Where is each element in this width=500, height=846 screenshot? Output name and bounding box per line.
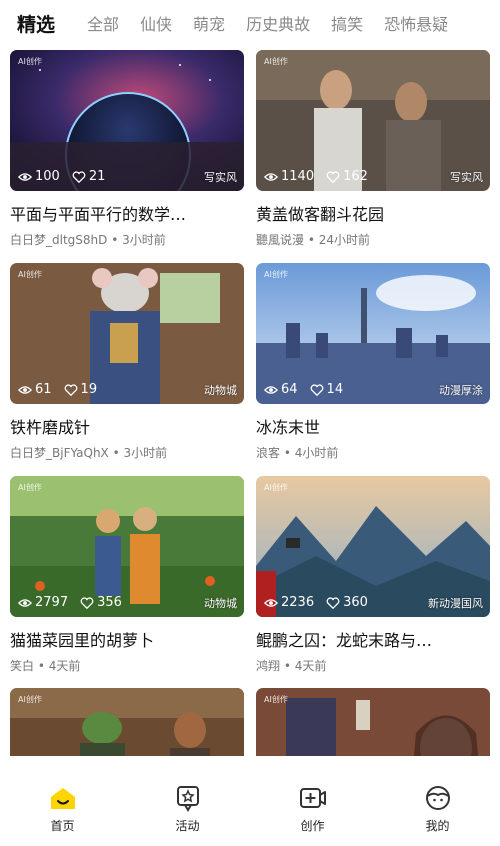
tab-featured[interactable]: 精选 — [17, 10, 55, 37]
heart-icon — [326, 596, 340, 609]
story-meta: 白日梦_BjFYaQhX • 3小时前 — [10, 446, 168, 460]
nav-home[interactable]: 首页 — [0, 756, 125, 846]
eye-icon — [264, 385, 278, 394]
story-card[interactable]: AI创作 2797 356 动物城 猫猫菜园里的胡萝卜 笑白 • 4天前 — [10, 476, 244, 674]
like-count: 19 — [80, 382, 98, 397]
post-time: 3小时前 — [122, 233, 166, 247]
story-thumbnail[interactable]: AI创作 2797 356 动物城 — [10, 476, 244, 617]
like-count: 356 — [97, 595, 122, 610]
tab-horror[interactable]: 恐怖悬疑 — [384, 11, 448, 35]
style-tag: 动漫厚涂 — [439, 384, 483, 397]
category-tabs: 精选 全部 仙侠 萌宠 历史典故 搞笑 恐怖悬疑 — [0, 0, 500, 46]
story-meta: 浪客 • 4小时前 — [256, 446, 339, 460]
story-card[interactable]: AI创作 100 21 写实风 平面与平面平行的数学… 白日梦_dltgS8hD… — [10, 50, 244, 248]
eye-icon — [264, 172, 278, 181]
heart-icon — [80, 596, 94, 609]
view-count: 100 — [35, 169, 60, 184]
nav-activity[interactable]: 活动 — [125, 756, 250, 846]
heart-icon — [310, 383, 323, 396]
author-name[interactable]: 鸿翔 — [256, 659, 280, 673]
tab-all[interactable]: 全部 — [87, 11, 119, 35]
story-thumbnail[interactable]: AI创作 61 19 动物城 — [10, 263, 244, 404]
post-time: 4天前 — [48, 659, 81, 673]
story-title[interactable]: 平面与平面平行的数学… — [10, 201, 232, 225]
story-card[interactable]: AI创作 61 19 动物城 铁杵磨成针 白日梦_BjFYaQhX • 3小时前 — [10, 263, 244, 461]
story-thumbnail[interactable]: AI创作 100 21 写实风 — [10, 50, 244, 191]
watermark: AI创作 — [18, 695, 42, 704]
eye-icon — [18, 172, 32, 181]
story-title[interactable]: 鲲鹏之囚：龙蛇末路与… — [256, 627, 478, 651]
watermark: AI创作 — [264, 270, 288, 279]
profile-face-icon — [425, 786, 450, 810]
author-name[interactable]: 笑白 — [10, 659, 34, 673]
story-thumbnail[interactable]: AI创作 64 14 动漫厚涂 — [256, 263, 490, 404]
story-title[interactable]: 黄盖做客翻斗花园 — [256, 201, 478, 225]
story-thumbnail[interactable]: AI创作 1140 162 写实风 — [256, 50, 490, 191]
view-count: 61 — [35, 382, 52, 397]
nav-label: 首页 — [50, 819, 75, 833]
tab-history[interactable]: 历史典故 — [246, 11, 310, 35]
story-title[interactable]: 铁杵磨成针 — [10, 414, 232, 438]
nav-create[interactable]: 创作 — [250, 756, 375, 846]
create-video-icon — [299, 788, 326, 808]
like-count: 21 — [88, 169, 106, 184]
nav-label: 创作 — [300, 819, 325, 833]
author-name[interactable]: 聽風说漫 — [256, 233, 304, 247]
style-tag: 动物城 — [204, 597, 237, 610]
story-title[interactable]: 猫猫菜园里的胡萝卜 — [10, 627, 232, 651]
like-count: 360 — [343, 595, 368, 610]
tab-pets[interactable]: 萌宠 — [193, 11, 225, 35]
heart-icon — [72, 170, 86, 183]
story-meta: 鸿翔 • 4天前 — [256, 659, 327, 673]
view-count: 2236 — [281, 595, 315, 610]
tab-funny[interactable]: 搞笑 — [331, 11, 363, 35]
watermark: AI创作 — [264, 483, 288, 492]
eye-icon — [18, 598, 32, 607]
story-title[interactable]: 冰冻末世 — [256, 414, 478, 438]
post-time: 24小时前 — [318, 233, 371, 247]
style-tag: 新动漫国风 — [428, 597, 483, 610]
post-time: 4小时前 — [294, 446, 339, 460]
watermark: AI创作 — [18, 57, 42, 66]
watermark: AI创作 — [264, 695, 288, 704]
style-tag: 写实风 — [450, 171, 483, 184]
view-count: 64 — [281, 382, 298, 397]
story-meta: 聽風说漫 • 24小时前 — [256, 233, 371, 247]
author-name[interactable]: 白日梦_BjFYaQhX — [10, 446, 109, 460]
nav-label: 活动 — [175, 819, 200, 833]
watermark: AI创作 — [264, 57, 288, 66]
eye-icon — [264, 598, 278, 607]
heart-icon — [326, 170, 340, 183]
story-meta: 白日梦_dltgS8hD • 3小时前 — [10, 233, 166, 247]
view-count: 2797 — [35, 595, 69, 610]
watermark: AI创作 — [18, 483, 42, 492]
post-time: 3小时前 — [123, 446, 168, 460]
activity-star-icon — [176, 786, 199, 812]
watermark: AI创作 — [18, 270, 42, 279]
story-card[interactable]: AI创作 64 14 动漫厚涂 冰冻末世 浪客 • 4小时前 — [256, 263, 490, 461]
story-card[interactable]: AI创作 2236 360 新动漫国风 鲲鹏之囚：龙蛇末路与… 鸿翔 • 4天前 — [256, 476, 490, 674]
like-count: 14 — [326, 382, 344, 397]
author-name[interactable]: 浪客 — [256, 446, 280, 460]
story-thumbnail[interactable]: AI创作 2236 360 新动漫国风 — [256, 476, 490, 617]
author-name[interactable]: 白日梦_dltgS8hD — [10, 233, 107, 247]
view-count: 1140 — [281, 169, 315, 184]
tab-xianxia[interactable]: 仙侠 — [140, 11, 172, 35]
home-icon — [50, 788, 75, 809]
bottom-nav: 首页 活动 创作 我的 — [0, 756, 500, 846]
story-card[interactable]: AI创作 1140 162 写实风 黄盖做客翻斗花园 聽風说漫 • 24小时前 — [256, 50, 490, 248]
eye-icon — [18, 385, 32, 394]
post-time: 4天前 — [294, 659, 327, 673]
like-count: 162 — [343, 169, 368, 184]
heart-icon — [64, 383, 77, 396]
story-meta: 笑白 • 4天前 — [10, 659, 81, 673]
nav-label: 我的 — [425, 819, 450, 833]
style-tag: 写实风 — [204, 171, 237, 184]
style-tag: 动物城 — [204, 384, 237, 397]
nav-profile[interactable]: 我的 — [375, 756, 500, 846]
